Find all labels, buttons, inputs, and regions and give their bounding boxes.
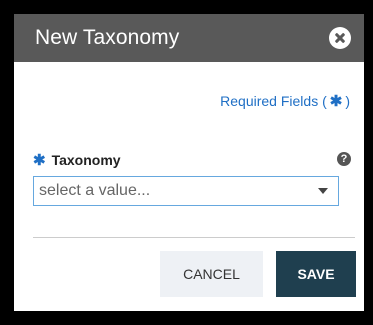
taxonomy-label-text: Taxonomy (51, 152, 121, 168)
required-star-icon: ✱ (329, 93, 343, 110)
required-fields-suffix: ) (345, 93, 350, 109)
required-fields-prefix: Required Fields ( (220, 93, 327, 109)
help-icon[interactable]: ? (337, 152, 351, 166)
chevron-down-icon (318, 188, 328, 194)
taxonomy-select-value: select a value... (39, 182, 151, 199)
save-button[interactable]: SAVE (276, 251, 356, 297)
new-taxonomy-dialog: New Taxonomy Required Fields ( ✱ ) ✱ Tax… (14, 14, 364, 311)
taxonomy-select[interactable]: select a value... (33, 176, 339, 206)
cancel-button[interactable]: CANCEL (160, 251, 263, 297)
required-star-icon: ✱ (33, 152, 46, 169)
close-icon[interactable] (329, 27, 351, 49)
required-fields-note: Required Fields ( ✱ ) (220, 92, 350, 110)
footer-divider (33, 237, 355, 238)
dialog-title: New Taxonomy (35, 26, 180, 49)
taxonomy-label: ✱ Taxonomy (33, 151, 121, 169)
dialog-titlebar: New Taxonomy (14, 14, 364, 62)
